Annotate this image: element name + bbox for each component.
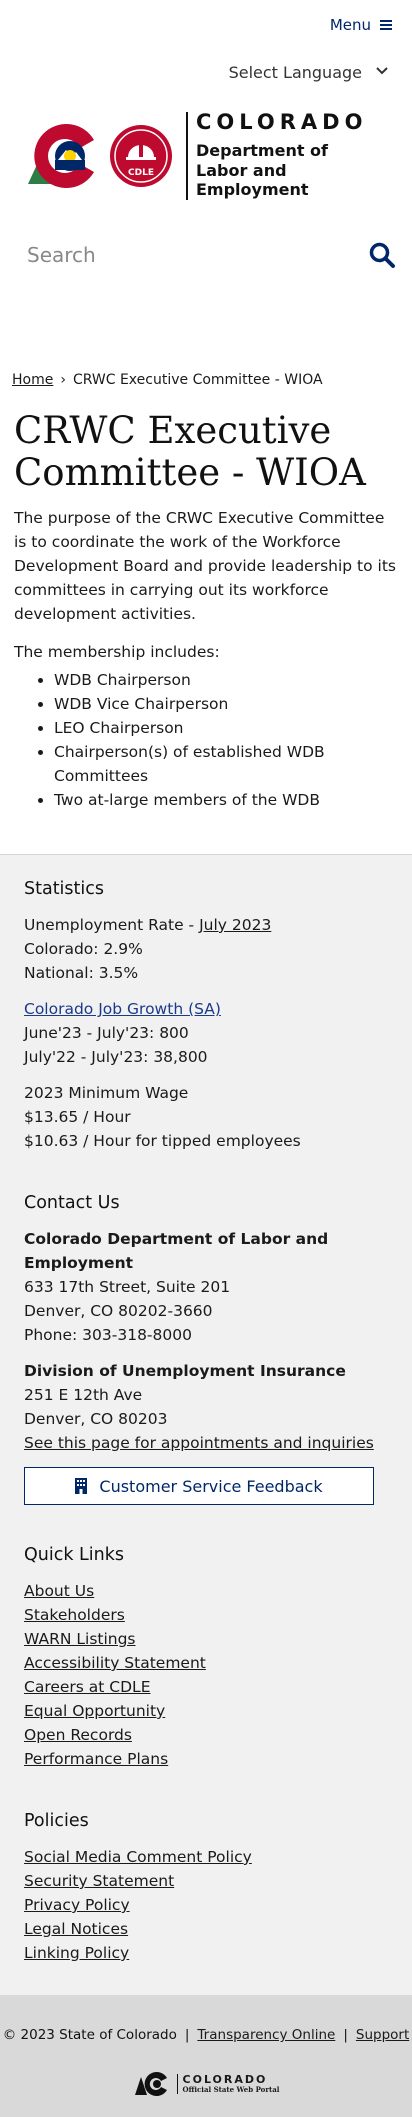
unemployment-prefix: Unemployment Rate - — [24, 916, 200, 934]
portal-wordmark: COLORADO Official State Web Portal — [176, 2072, 280, 2095]
colorado-rate: Colorado: 2.9% — [24, 940, 143, 958]
breadcrumb-home-link[interactable]: Home — [12, 372, 53, 388]
list-item: Two at-large members of the WDB — [54, 788, 412, 812]
feedback-button-label: Customer Service Feedback — [99, 1476, 323, 1496]
bottom-divider: | — [184, 2027, 190, 2043]
statistics-heading: Statistics — [24, 879, 104, 899]
appointments-link[interactable]: See this page for appointments and inqui… — [24, 1434, 374, 1452]
support-link[interactable]: Support — [356, 2027, 409, 2043]
breadcrumb: Home › CRWC Executive Committee - WIOA — [0, 372, 412, 388]
min-wage-tipped: $10.63 / Hour for tipped employees — [24, 1132, 301, 1150]
bottom-links: © 2023 State of Colorado | Transparency … — [0, 2027, 412, 2043]
search-bar — [0, 218, 412, 292]
breadcrumb-current: CRWC Executive Committee - WIOA — [72, 372, 323, 388]
ui-street: 251 E 12th Ave — [24, 1386, 143, 1404]
colorado-c-logo-icon — [28, 124, 94, 188]
menu-button[interactable]: Menu — [330, 16, 392, 34]
quick-link-performance-plans[interactable]: Performance Plans — [24, 1750, 168, 1768]
page-title: CRWC Executive Committee - WIOA — [14, 409, 366, 494]
list-item: WDB Chairperson — [54, 668, 412, 692]
ui-address: Division of Unemployment Insurance 251 E… — [24, 1359, 388, 1455]
list-item: WDB Vice Chairperson — [54, 692, 412, 716]
menu-label: Menu — [329, 16, 371, 34]
members-label: The membership includes: — [14, 643, 220, 661]
min-wage-hourly: $13.65 / Hour — [24, 1108, 131, 1126]
quick-link-equal-opportunity[interactable]: Equal Opportunity — [24, 1702, 165, 1720]
quick-link-open-records[interactable]: Open Records — [24, 1726, 132, 1744]
quick-links-heading: Quick Links — [24, 1545, 125, 1565]
ui-name: Division of Unemployment Insurance — [24, 1362, 346, 1380]
logo-dept-line1: Department of — [196, 141, 329, 161]
search-button[interactable] — [366, 239, 398, 271]
site-footer: Statistics Unemployment Rate - July 2023… — [0, 854, 412, 1995]
policies-section: Policies Social Media Comment Policy Sec… — [24, 1811, 388, 1965]
cdle-badge-text: CDLE — [128, 168, 154, 178]
intro-paragraph: The purpose of the CRWC Executive Commit… — [14, 509, 396, 623]
statistics-section: Statistics Unemployment Rate - July 2023… — [24, 879, 388, 1153]
state-portal-logo[interactable]: COLORADO Official State Web Portal — [0, 2071, 412, 2097]
min-wage-label: 2023 Minimum Wage — [24, 1084, 189, 1102]
transparency-online-link[interactable]: Transparency Online — [197, 2027, 335, 2043]
quick-link-careers[interactable]: Careers at CDLE — [24, 1678, 151, 1696]
list-item: Chairperson(s) of established WDB Commit… — [54, 740, 412, 788]
quick-link-stakeholders[interactable]: Stakeholders — [24, 1606, 125, 1624]
org-city: Denver, CO 80202-3660 — [24, 1302, 213, 1320]
policies-heading: Policies — [24, 1811, 89, 1831]
org-street: 633 17th Street, Suite 201 — [24, 1278, 231, 1296]
cdle-address: Colorado Department of Labor and Employm… — [24, 1227, 388, 1347]
logo-dept-line2: Labor and Employment — [196, 160, 309, 200]
min-wage-block: 2023 Minimum Wage $13.65 / Hour $10.63 /… — [24, 1081, 388, 1153]
unemployment-block: Unemployment Rate - July 2023 Colorado: … — [24, 913, 388, 985]
policy-link-social-media[interactable]: Social Media Comment Policy — [24, 1848, 252, 1866]
org-name: Colorado Department of Labor and Employm… — [24, 1230, 329, 1272]
search-icon — [369, 242, 395, 268]
quick-links-list: About Us Stakeholders WARN Listings Acce… — [24, 1579, 388, 1771]
building-icon — [75, 1478, 88, 1494]
bottom-divider: | — [343, 2027, 348, 2043]
quick-links-section: Quick Links About Us Stakeholders WARN L… — [24, 1545, 388, 1771]
hamburger-icon — [380, 20, 392, 30]
policy-link-privacy[interactable]: Privacy Policy — [24, 1896, 130, 1914]
unemployment-month-link[interactable]: July 2023 — [199, 916, 271, 934]
breadcrumb-separator: › — [60, 372, 66, 388]
list-item: LEO Chairperson — [54, 716, 412, 740]
quick-link-about-us[interactable]: About Us — [24, 1582, 94, 1600]
policies-list: Social Media Comment Policy Security Sta… — [24, 1845, 388, 1965]
policy-link-security[interactable]: Security Statement — [24, 1872, 174, 1890]
language-row: Select Language — [0, 50, 412, 94]
cdle-badge-icon: CDLE — [110, 125, 172, 187]
portal-subtitle: Official State Web Portal — [182, 2084, 280, 2094]
language-select[interactable]: Select Language — [229, 63, 388, 82]
copyright-text: © 2023 State of Colorado — [2, 2027, 177, 2043]
logo-state-name: COLORADO — [196, 110, 368, 135]
policy-link-linking[interactable]: Linking Policy — [24, 1944, 129, 1962]
job-growth-month: June'23 - July'23: 800 — [24, 1024, 189, 1042]
logo-wordmark: COLORADO Department of Labor and Employm… — [186, 112, 390, 200]
contact-heading: Contact Us — [24, 1193, 120, 1213]
bottom-bar: © 2023 State of Colorado | Transparency … — [0, 1995, 412, 2117]
contact-section: Contact Us Colorado Department of Labor … — [24, 1193, 388, 1505]
colorado-portal-c-icon — [134, 2072, 167, 2096]
org-phone: Phone: 303-318-8000 — [24, 1326, 192, 1344]
members-list: WDB Chairperson WDB Vice Chairperson LEO… — [54, 668, 412, 812]
job-growth-year: July'22 - July'23: 38,800 — [24, 1048, 208, 1066]
national-rate: National: 3.5% — [24, 964, 139, 982]
site-logo[interactable]: CDLE COLORADO Department of Labor and Em… — [0, 94, 412, 218]
search-input[interactable] — [27, 243, 327, 267]
job-growth-link[interactable]: Colorado Job Growth (SA) — [24, 1000, 221, 1018]
customer-feedback-button[interactable]: Customer Service Feedback — [24, 1467, 374, 1505]
chevron-down-icon — [376, 67, 388, 75]
language-label: Select Language — [228, 62, 362, 82]
quick-link-warn-listings[interactable]: WARN Listings — [24, 1630, 136, 1648]
job-growth-block: Colorado Job Growth (SA) June'23 - July'… — [24, 997, 388, 1069]
ui-city: Denver, CO 80203 — [24, 1410, 168, 1428]
top-bar: Menu — [0, 0, 412, 50]
quick-link-accessibility[interactable]: Accessibility Statement — [24, 1654, 206, 1672]
policy-link-legal-notices[interactable]: Legal Notices — [24, 1920, 128, 1938]
portal-state-name: COLORADO — [182, 2072, 268, 2086]
